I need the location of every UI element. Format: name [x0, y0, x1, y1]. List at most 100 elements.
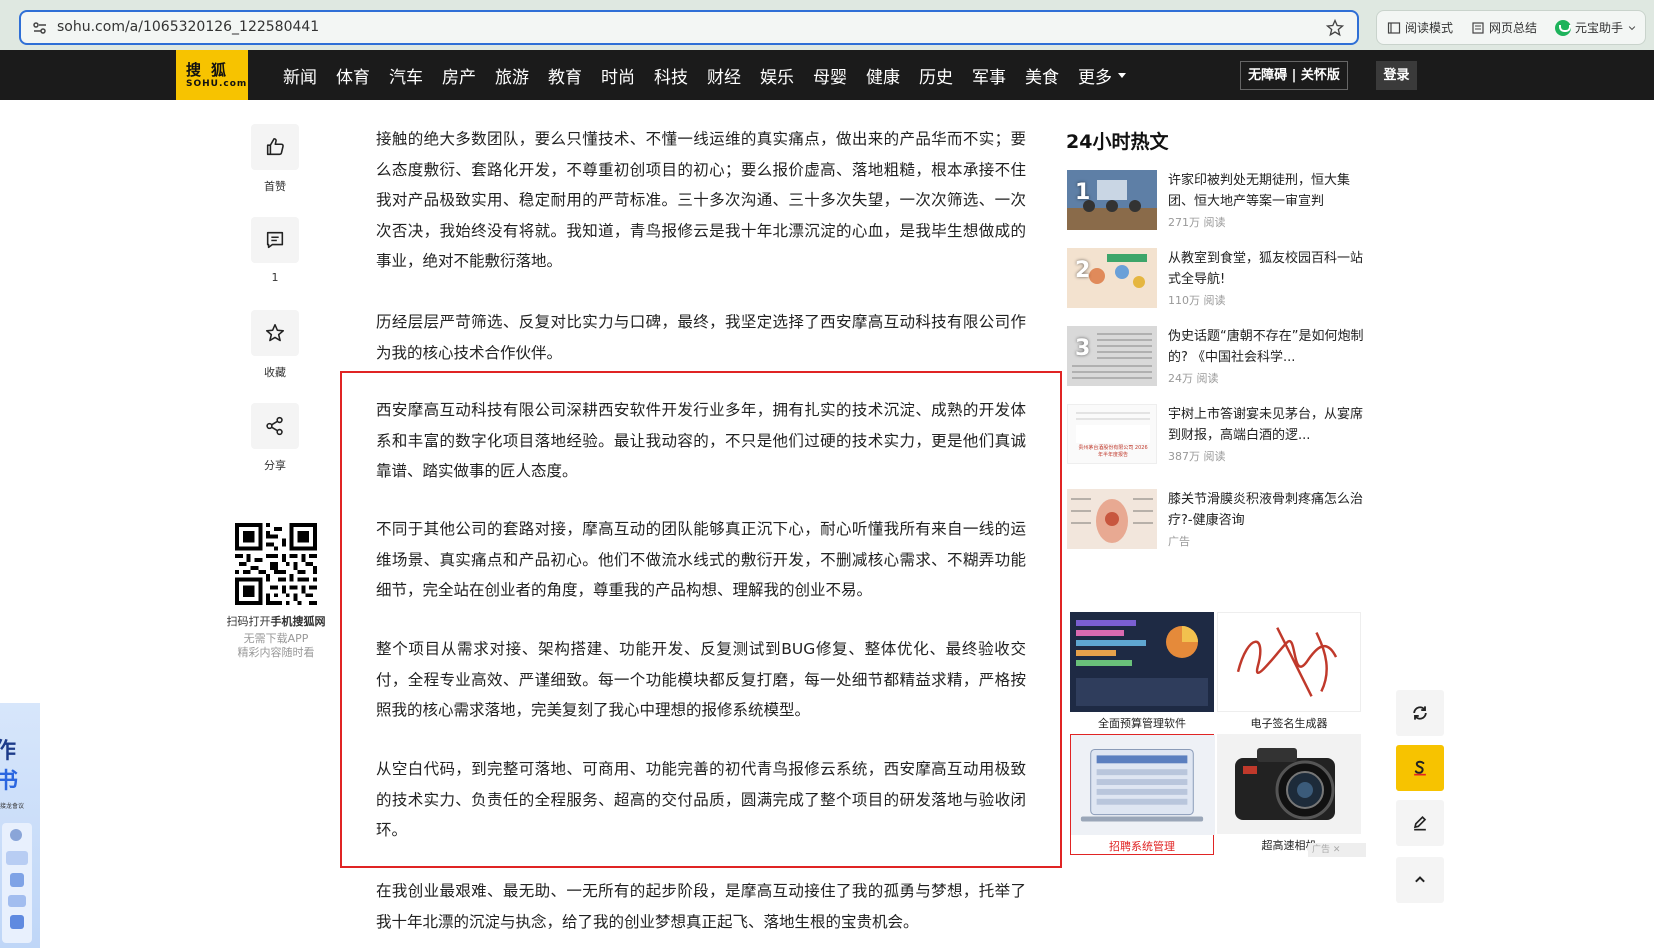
nav-item[interactable]: 财经 [707, 63, 741, 88]
page-summary-label: 网页总结 [1489, 21, 1538, 35]
qr-subcaption-line2: 精彩内容随时看 [237, 646, 315, 659]
nav-item[interactable]: 房产 [442, 63, 476, 88]
refresh-button[interactable] [1396, 690, 1444, 736]
like-button[interactable] [251, 124, 299, 170]
pen-icon [1413, 815, 1427, 831]
hot-article-ad-item[interactable]: 膝关节滑膜炎积液骨刺疼痛怎么治疗?-健康咨询 广告 [1067, 489, 1367, 551]
close-icon[interactable]: ✕ [1333, 845, 1341, 855]
back-to-top-button[interactable] [1396, 857, 1444, 903]
hot-article-rank: 3 [1075, 336, 1091, 361]
qr-caption: 扫码打开手机搜狐网 [200, 613, 352, 629]
favorite-label: 收藏 [264, 366, 286, 379]
browser-extension-bar: 阅读模式 网页总结 元宝助手 [1376, 10, 1646, 45]
side-ad-char1: 作 [0, 739, 17, 764]
comment-icon [266, 231, 284, 249]
star-icon [265, 323, 285, 342]
nav-item[interactable]: 美食 [1025, 63, 1059, 88]
logo-text: 搜狐 [186, 61, 237, 79]
chevron-down-icon [1628, 25, 1636, 30]
assistant-button[interactable]: 元宝助手 [1555, 19, 1637, 36]
url-text[interactable]: sohu.com/a/1065320126_122580441 [57, 19, 319, 35]
hot-article-item[interactable]: 1 许家印被判处无期徒刑，恒大集团、恒大地产等案一审宣判 271万 阅读 [1067, 170, 1367, 232]
page-summary-icon [1472, 21, 1484, 34]
reading-mode-button[interactable]: 阅读模式 [1387, 19, 1453, 36]
hot-article-title[interactable]: 从教室到食堂，狐友校园百科一站式全导航! [1168, 248, 1368, 290]
nav-item[interactable]: 时尚 [601, 63, 635, 88]
side-ad-small: 接龙會议 [0, 803, 25, 810]
nav-item[interactable]: 体育 [336, 63, 370, 88]
share-label: 分享 [264, 459, 286, 472]
refresh-icon [1413, 706, 1427, 720]
sohu-logo[interactable]: 搜狐 SOHU.com [176, 50, 248, 100]
hot-article-title[interactable]: 许家印被判处无期徒刑，恒大集团、恒大地产等案一审宣判 [1168, 170, 1368, 212]
qr-code-image [235, 523, 317, 605]
nav-item[interactable]: 历史 [919, 63, 953, 88]
qr-caption-bold: 手机搜狐网 [270, 615, 326, 628]
browser-toolbar: sohu.com/a/1065320126_122580441 阅读模式 网页总… [0, 0, 1654, 50]
share-action[interactable]: 分享 [251, 403, 299, 473]
nav-menu: 新闻 体育 汽车 房产 旅游 教育 时尚 科技 财经 娱乐 母婴 健康 历史 军… [283, 50, 1126, 100]
ad-card[interactable]: 招聘系统管理 [1070, 734, 1215, 855]
hot-article-reads: 24万 阅读 [1168, 372, 1219, 385]
share-icon [266, 416, 283, 436]
ad-image [1071, 735, 1215, 835]
hot-article-item[interactable]: 贵州茅台酒股份有限公司 2026年半年度报告 宇树上市答谢宴未见茅台，从宴席到财… [1067, 404, 1367, 466]
hot-article-item[interactable]: 2 从教室到食堂，狐友校园百科一站式全导航! 110万 阅读 [1067, 248, 1367, 310]
bookmark-star-icon[interactable] [1325, 18, 1345, 38]
ad-mark-label[interactable]: 广告 ✕ [1308, 843, 1366, 857]
nav-more-dropdown[interactable]: 更多 [1078, 63, 1126, 88]
nav-item[interactable]: 教育 [548, 63, 582, 88]
nav-item[interactable]: 旅游 [495, 63, 529, 88]
site-settings-icon[interactable] [31, 19, 49, 37]
hot-article-thumbnail: 贵州茅台酒股份有限公司 2026年半年度报告 [1067, 404, 1157, 464]
login-button[interactable]: 登录 [1376, 61, 1417, 90]
comment-action[interactable]: 1 [251, 217, 299, 284]
ad-card[interactable]: 电子签名生成器 [1217, 612, 1361, 731]
hot-article-thumb-caption: 贵州茅台酒股份有限公司 2026年半年度报告 [1078, 445, 1148, 458]
hot-article-title[interactable]: 膝关节滑膜炎积液骨刺疼痛怎么治疗?-健康咨询 [1168, 489, 1368, 531]
hot-article-rank: 1 [1075, 180, 1091, 205]
ad-image [1217, 734, 1361, 834]
ad-card[interactable]: 超高速相机 [1217, 734, 1361, 853]
write-button[interactable] [1396, 800, 1444, 846]
hot-article-item[interactable]: 3 伪史话题“唐朝不存在”是如何炮制的? 《中国社会科学... 24万 阅读 [1067, 326, 1367, 388]
nav-item[interactable]: 汽车 [389, 63, 423, 88]
reading-mode-label: 阅读模式 [1405, 21, 1454, 35]
article-paragraph: 历经层层严苛筛选、反复对比实力与口碑，最终，我坚定选择了西安摩高互动科技有限公司… [376, 313, 1026, 362]
comment-button[interactable] [251, 217, 299, 263]
ad-card[interactable]: 全面预算管理软件 [1070, 612, 1214, 731]
hot-article-title[interactable]: 宇树上市答谢宴未见茅台，从宴席到财报，高端白酒的逻... [1168, 404, 1368, 446]
accessibility-button[interactable]: 无障碍 | 关怀版 [1240, 61, 1348, 90]
address-bar[interactable]: sohu.com/a/1065320126_122580441 [19, 10, 1359, 45]
ad-caption[interactable]: 招聘系统管理 [1071, 838, 1213, 854]
hot-article-reads: 387万 阅读 [1168, 450, 1226, 463]
ad-caption[interactable]: 全面预算管理软件 [1070, 715, 1214, 731]
chevron-up-icon [1415, 876, 1425, 883]
nav-item[interactable]: 科技 [654, 63, 688, 88]
side-floating-ad[interactable]: 作 书 接龙會议 [0, 703, 40, 948]
ad-caption[interactable]: 电子签名生成器 [1217, 715, 1361, 731]
favorite-button[interactable] [251, 310, 299, 356]
sohu-app-button[interactable] [1396, 745, 1444, 791]
highlight-annotation-box [340, 371, 1062, 868]
nav-item[interactable]: 母婴 [813, 63, 847, 88]
ad-image [1217, 612, 1361, 712]
like-action[interactable]: 首赞 [251, 124, 299, 194]
share-button[interactable] [251, 403, 299, 449]
qr-caption-prefix: 扫码打开 [226, 615, 271, 628]
nav-item[interactable]: 娱乐 [760, 63, 794, 88]
hot-article-title[interactable]: 伪史话题“唐朝不存在”是如何炮制的? 《中国社会科学... [1168, 326, 1368, 368]
qr-subcaption: 无需下载APP 精彩内容随时看 [200, 632, 352, 660]
favorite-action[interactable]: 收藏 [251, 310, 299, 380]
hot-articles-title: 24小时热文 [1066, 131, 1169, 153]
article-paragraph: 在我创业最艰难、最无助、一无所有的起步阶段，是摩高互动接住了我的孤勇与梦想，托举… [376, 882, 1026, 931]
sohu-s-icon [1414, 760, 1426, 776]
nav-item[interactable]: 军事 [972, 63, 1006, 88]
assistant-logo-icon [1555, 19, 1572, 36]
page-summary-button[interactable]: 网页总结 [1471, 19, 1537, 36]
thumbs-up-icon [266, 137, 284, 156]
nav-item[interactable]: 健康 [866, 63, 900, 88]
nav-item[interactable]: 新闻 [283, 63, 317, 88]
ad-label: 广告 [1168, 535, 1190, 548]
side-ad-card [2, 823, 32, 943]
